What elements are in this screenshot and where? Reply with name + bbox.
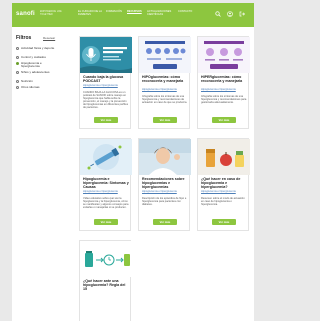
resource-card: ¿Qué hacer ante una hipoglucemia? Regla … (79, 240, 132, 321)
card-description: Vídeo educativo sobre qué son la hipoglu… (83, 197, 129, 210)
radio-button[interactable] (16, 56, 19, 60)
resource-card: Recomendaciones sobre hipoglucemias e hi… (138, 138, 191, 231)
filter-otros-idiomas[interactable]: Otros idiomas (16, 85, 62, 90)
ver-mas-button[interactable]: Ver más (153, 219, 177, 225)
resource-card: HIPERglucemias: cómo reconocerla y manej… (197, 36, 250, 129)
nav-contacto[interactable]: CONTACTO (178, 10, 200, 13)
radio-button[interactable] (16, 86, 19, 90)
filters-title: Filtros (16, 35, 32, 41)
card-description: Infografía sobre los síntomas de una hip… (201, 95, 247, 105)
card-description: Infografía sobre los síntomas de una hip… (142, 95, 188, 105)
card-tag[interactable]: Hipoglucemia e hiperglucemia (83, 84, 130, 87)
card-tag[interactable]: Hipoglucemia e hiperglucemia (201, 190, 248, 193)
reset-filters-link[interactable]: Resetear (43, 36, 55, 40)
ver-mas-button[interactable]: Ver más (94, 219, 118, 225)
ver-mas-button[interactable]: Ver más (212, 219, 236, 225)
nav-cuidado-diabetes[interactable]: EL CUIDADO DE LA DIABETES (78, 10, 102, 16)
card-tag[interactable]: Hipoglucemia e hiperglucemia (83, 190, 130, 193)
rule-15-thumbnail (80, 241, 132, 277)
card-tag[interactable]: Hipoglucemia e hiperglucemia (142, 190, 189, 193)
card-tag[interactable]: Hipoglucemia e hiperglucemia (142, 88, 189, 91)
card-tag[interactable]: Hipoglucemia e hiperglucemia (201, 88, 248, 91)
hypoglycemia-infographic-thumbnail (139, 37, 191, 73)
logo-tagline: EMPOWERING LIFE TOGETHER (40, 11, 62, 16)
radio-button[interactable] (16, 80, 19, 84)
card-title[interactable]: HIPERglucemias: cómo reconocerla y manej… (201, 75, 248, 83)
filter-label: Niños y adolescentes (21, 70, 50, 74)
filter-nutricion[interactable]: Nutrición (16, 79, 62, 84)
ver-mas-button[interactable]: Ver más (153, 117, 177, 123)
hyperglycemia-infographic-thumbnail (198, 37, 250, 73)
resource-card: ¿Qué hacer en caso de hipoglucemia e hip… (197, 138, 250, 231)
resource-card: Hipoglucemia e hiperglucemia: Síntomas y… (79, 138, 132, 231)
filter-label: Hipoglucemia e hiperglucemia (21, 61, 42, 69)
card-title[interactable]: Cuando baja la glucosa PODCAST (83, 75, 130, 83)
video-thumbnail (80, 139, 132, 175)
radio-button-selected[interactable] (16, 62, 19, 66)
radio-button[interactable] (16, 47, 19, 51)
top-navigation-bar: sanofi EMPOWERING LIFE TOGETHER EL CUIDA… (12, 3, 254, 27)
filter-label: Nutrición (21, 79, 33, 83)
filter-label: Otros idiomas (21, 85, 40, 89)
card-description: Descripción de los episodios de hipo e h… (142, 197, 187, 207)
card-description: CUANDO BAJA LA GLUCOSA es un podcast de … (83, 91, 128, 110)
page: sanofi EMPOWERING LIFE TOGETHER EL CUIDA… (12, 3, 254, 321)
food-photo-thumbnail (198, 139, 250, 175)
filter-control-cuidados[interactable]: Control y cuidados (16, 55, 62, 60)
ver-mas-button[interactable]: Ver más (94, 117, 118, 123)
card-title[interactable]: Hipoglucemia e hiperglucemia: Síntomas y… (83, 177, 130, 189)
card-title[interactable]: HIPOglucemias: cómo reconocerla y maneja… (142, 75, 189, 83)
ver-mas-button[interactable]: Ver más (212, 117, 236, 123)
nav-formacion[interactable]: FORMACIÓN (106, 10, 124, 13)
filter-ninos[interactable]: Niños y adolescentes (16, 70, 62, 78)
resource-card: HIPOglucemias: cómo reconocerla y maneja… (138, 36, 191, 129)
filter-hipoglucemia[interactable]: Hipoglucemia e hiperglucemia (16, 61, 62, 69)
search-icon[interactable] (215, 11, 221, 17)
sanofi-logo[interactable]: sanofi (16, 11, 35, 17)
woman-photo-thumbnail (139, 139, 191, 175)
filter-actividad-fisica[interactable]: Actividad física y deporte (16, 46, 62, 54)
podcast-thumbnail (80, 37, 132, 73)
filter-label: Control y cuidados (21, 55, 46, 59)
nav-recursos[interactable]: RECURSOS (127, 10, 143, 13)
card-title[interactable]: ¿Qué hacer ante una hipoglucemia? Regla … (83, 279, 130, 291)
logout-icon[interactable] (239, 11, 245, 17)
resource-card: Cuando baja la glucosa PODCAST Hipogluce… (79, 36, 132, 129)
card-title[interactable]: Recomendaciones sobre hipoglucemias e hi… (142, 177, 189, 189)
nav-actualizaciones[interactable]: ACTUALIZACIONES CIENTÍFICAS (147, 10, 174, 16)
user-icon[interactable] (227, 11, 233, 17)
radio-button[interactable] (16, 71, 19, 75)
card-title[interactable]: ¿Qué hacer en caso de hipoglucemia e hip… (201, 177, 248, 189)
card-description: Resumen sobre el modo de actuación en ca… (201, 197, 245, 207)
filter-label: Actividad física y deporte (21, 46, 55, 50)
